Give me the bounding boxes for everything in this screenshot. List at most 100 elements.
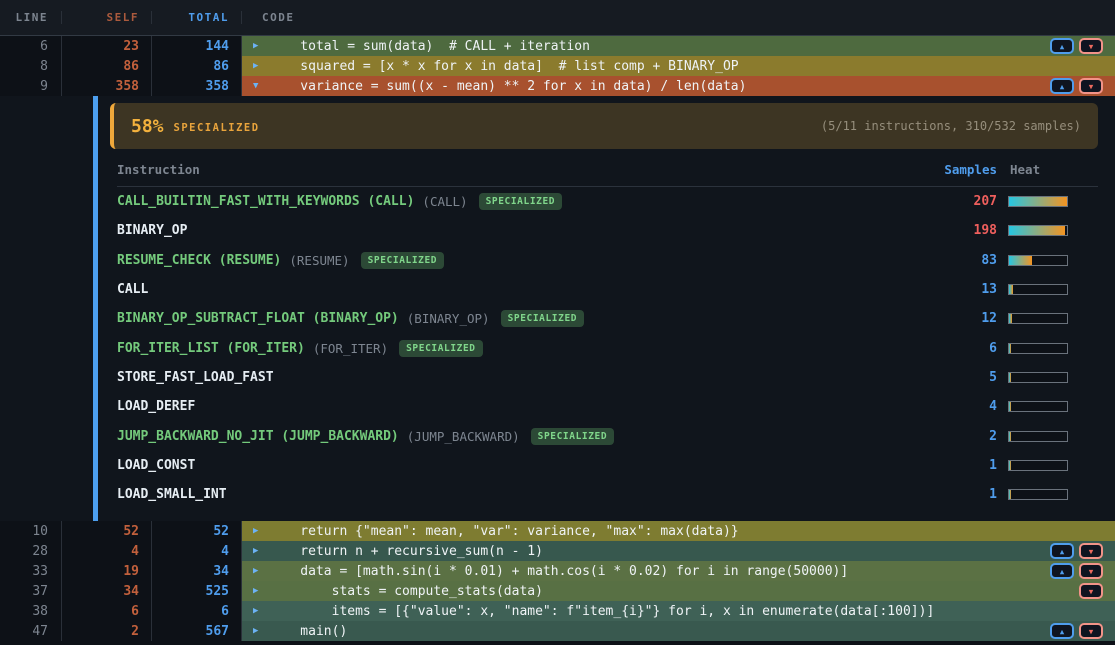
expand-arrow-icon[interactable]: ▶ [253,626,269,636]
line-number: 47 [0,621,62,641]
expand-arrow-icon[interactable]: ▶ [253,606,269,616]
expand-arrow-icon[interactable]: ▶ [253,546,269,556]
line-number: 6 [0,36,62,56]
expand-arrow-icon[interactable]: ▶ [253,41,269,51]
instruction-base-name: (FOR_ITER) [313,341,388,356]
instruction-row: RESUME_CHECK (RESUME)(RESUME)SPECIALIZED… [117,246,1098,275]
jump-up-button[interactable]: ▲ [1050,78,1074,94]
instruction-name: JUMP_BACKWARD_NO_JIT (JUMP_BACKWARD) [117,429,399,444]
self-samples: 6 [62,601,152,621]
expand-arrow-icon[interactable]: ▶ [253,526,269,536]
instruction-row: LOAD_SMALL_INT1 [117,480,1098,509]
total-samples: 86 [152,56,242,76]
instruction-name: BINARY_OP [117,223,187,238]
specialized-detail: (5/11 instructions, 310/532 samples) [821,119,1081,133]
code-cell[interactable]: ▶ stats = compute_stats(data)▼ [242,581,1115,601]
jump-up-button[interactable]: ▲ [1050,543,1074,559]
code-cell[interactable]: ▼ variance = sum((x - mean) ** 2 for x i… [242,76,1115,96]
code-text: items = [{"value": x, "name": f"item_{i}… [269,604,934,619]
jump-down-button[interactable]: ▼ [1079,563,1103,579]
specialized-badge: SPECIALIZED [501,310,585,327]
instruction-name: FOR_ITER_LIST (FOR_ITER) [117,341,305,356]
code-text: main() [269,624,347,639]
total-samples: 358 [152,76,242,96]
line-number: 28 [0,541,62,561]
jump-up-button[interactable]: ▲ [1050,38,1074,54]
instruction-name-cell: STORE_FAST_LOAD_FAST [117,370,907,385]
instruction-samples: 4 [907,399,997,414]
code-cell[interactable]: ▶ data = [math.sin(i * 0.01) + math.cos(… [242,561,1115,581]
heat-bar [1008,372,1068,383]
instruction-name-cell: CALL [117,282,907,297]
heat-bar-fill [1009,373,1011,382]
code-text: data = [math.sin(i * 0.01) + math.cos(i … [269,564,848,579]
top-code-rows: 623144▶ total = sum(data) # CALL + itera… [0,36,1115,96]
heat-bar-fill [1009,461,1011,470]
total-samples: 525 [152,581,242,601]
code-cell[interactable]: ▶ main() ▲ ▼ [242,621,1115,641]
jump-down-button[interactable]: ▼ [1079,583,1103,599]
heat-bar [1008,255,1068,266]
code-line-row: 88686▶ squared = [x * x for x in data] #… [0,56,1115,76]
total-samples: 52 [152,521,242,541]
instruction-table-header: Instruction Samples Heat [117,153,1098,187]
specialization-summary: 58% SPECIALIZED (5/11 instructions, 310/… [110,103,1098,149]
heat-bar-fill [1009,226,1065,235]
heat-bar-fill [1009,256,1032,265]
instruction-row: FOR_ITER_LIST (FOR_ITER) (FOR_ITER) SPECIA… [117,333,1098,362]
line-number: 8 [0,56,62,76]
code-line-row: 472567▶ main()▲▼ [0,621,1115,641]
instruction-samples: 198 [907,223,997,238]
instruction-samples: 1 [907,458,997,473]
line-number: 33 [0,561,62,581]
instruction-row: STORE_FAST_LOAD_FAST5 [117,363,1098,392]
column-header-instruction: Instruction [117,162,907,177]
code-text: squared = [x * x for x in data] # list c… [269,59,739,74]
heat-bar [1008,460,1068,471]
total-samples: 34 [152,561,242,581]
expanded-indicator-bar [93,96,98,521]
jump-down-button[interactable]: ▼ [1079,543,1103,559]
code-cell[interactable]: ▶ items = [{"value": x, "name": f"item_{… [242,601,1115,621]
heat-bar-fill [1009,314,1012,323]
collapse-arrow-icon[interactable]: ▼ [253,81,269,91]
code-cell[interactable]: ▶ squared = [x * x for x in data] # list… [242,56,1115,76]
specialized-percent: 58% [131,116,164,137]
column-header-heat: Heat [997,162,1068,177]
code-line-row: 3734525▶ stats = compute_stats(data)▼ [0,581,1115,601]
heat-bar [1008,313,1068,324]
heat-bar [1008,489,1068,500]
column-header-code: CODE [242,11,1115,24]
expand-arrow-icon[interactable]: ▶ [253,566,269,576]
code-cell[interactable]: ▶ total = sum(data) # CALL + iteration ▲ ▼ [242,36,1115,56]
jump-down-button[interactable]: ▼ [1079,78,1103,94]
heat-bar-fill [1009,402,1011,411]
specialized-badge: SPECIALIZED [399,340,483,357]
jump-up-button[interactable]: ▲ [1050,623,1074,639]
expand-arrow-icon[interactable]: ▶ [253,61,269,71]
jump-down-button[interactable]: ▼ [1079,623,1103,639]
heat-bar [1008,343,1068,354]
instruction-samples: 1 [907,487,997,502]
code-text: return n + recursive_sum(n - 1) [269,544,543,559]
total-samples: 144 [152,36,242,56]
instruction-row: BINARY_OP 198 [117,216,1098,245]
instruction-samples: 2 [907,429,997,444]
line-number: 9 [0,76,62,96]
self-samples: 23 [62,36,152,56]
expand-arrow-icon[interactable]: ▶ [253,586,269,596]
heat-bar-fill [1009,285,1013,294]
instruction-samples: 12 [907,311,997,326]
line-number: 10 [0,521,62,541]
code-line-row: 9358358▼ variance = sum((x - mean) ** 2 … [0,76,1115,96]
jump-down-button[interactable]: ▼ [1079,38,1103,54]
heat-bar-fill [1009,197,1067,206]
code-cell[interactable]: ▶ return {"mean": mean, "var": variance,… [242,521,1115,541]
self-samples: 19 [62,561,152,581]
code-text: total = sum(data) # CALL + iteration [269,39,590,54]
heat-bar [1008,284,1068,295]
code-cell[interactable]: ▶ return n + recursive_sum(n - 1) ▲ ▼ [242,541,1115,561]
jump-up-button[interactable]: ▲ [1050,563,1074,579]
instruction-samples: 6 [907,341,997,356]
instruction-base-name: (CALL) [422,194,467,209]
